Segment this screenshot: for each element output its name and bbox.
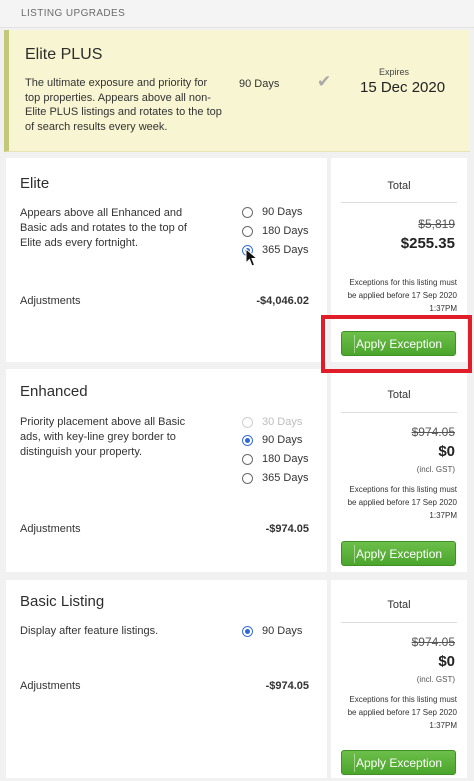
section-header: LISTING UPGRADES bbox=[0, 0, 474, 28]
basic-card: Basic Listing Display after feature list… bbox=[6, 580, 327, 778]
radio-button[interactable] bbox=[242, 206, 253, 218]
basic-adjustments-label: Adjustments bbox=[20, 680, 81, 692]
radio-button[interactable] bbox=[242, 225, 253, 237]
basic-adjustments-value: -$974.05 bbox=[265, 680, 309, 692]
basic-title: Basic Listing bbox=[20, 593, 105, 610]
elite-title: Elite bbox=[20, 175, 50, 192]
option-label: 90 Days bbox=[262, 206, 303, 218]
radio-button[interactable] bbox=[242, 472, 253, 484]
button-label: Apply Exception bbox=[356, 546, 443, 561]
elite-exception-note: Exceptions for this listing must be appl… bbox=[347, 278, 457, 313]
radio-button-selected[interactable] bbox=[242, 625, 253, 637]
mouse-cursor-icon bbox=[245, 248, 259, 267]
option-label: 30 Days bbox=[262, 416, 303, 428]
option-label: 180 Days bbox=[262, 225, 309, 237]
basic-total-panel: Total $974.05 $0 (incl. GST) Exceptions … bbox=[331, 580, 467, 778]
elite-total-label: Total bbox=[387, 180, 411, 192]
elite-adjustments-label: Adjustments bbox=[20, 295, 81, 307]
elite-new-price: $255.35 bbox=[400, 235, 455, 252]
enhanced-gst-note: (incl. GST) bbox=[416, 465, 455, 474]
elite-description: Appears above all Enhanced and Basic ads… bbox=[20, 207, 187, 249]
enhanced-adjustments-value: -$974.05 bbox=[265, 523, 309, 535]
enhanced-new-price: $0 bbox=[438, 443, 455, 460]
enhanced-apply-exception-button[interactable]: Apply Exception bbox=[341, 541, 456, 566]
enhanced-card: Enhanced Priority placement above all Ba… bbox=[6, 369, 327, 572]
option-label: 90 Days bbox=[262, 625, 303, 637]
expires-label: Expires bbox=[379, 67, 410, 77]
expires-date: 15 Dec 2020 bbox=[360, 79, 446, 96]
basic-gst-note: (incl. GST) bbox=[416, 675, 455, 684]
enhanced-option-180-days[interactable]: 180 Days bbox=[242, 451, 308, 467]
option-label: 365 Days bbox=[262, 472, 309, 484]
basic-apply-exception-button[interactable]: Apply Exception bbox=[341, 750, 456, 775]
basic-old-price: $974.05 bbox=[411, 635, 455, 649]
elite-plus-panel: Elite PLUS The ultimate exposure and pri… bbox=[4, 30, 470, 152]
option-label: 180 Days bbox=[262, 453, 309, 465]
option-label: 365 Days bbox=[262, 244, 309, 256]
elite-adjustments-value: -$4,046.02 bbox=[256, 295, 309, 307]
basic-new-price: $0 bbox=[438, 653, 455, 670]
enhanced-description: Priority placement above all Basic ads, … bbox=[20, 416, 186, 458]
elite-option-90-days[interactable]: 90 Days bbox=[242, 204, 302, 220]
elite-plus-title: Elite PLUS bbox=[25, 46, 103, 63]
basic-description: Display after feature listings. bbox=[20, 625, 159, 637]
enhanced-option-30-days: 30 Days bbox=[242, 414, 302, 430]
enhanced-adjustments-label: Adjustments bbox=[20, 523, 81, 535]
divider bbox=[341, 622, 457, 623]
basic-total-label: Total bbox=[387, 599, 411, 611]
enhanced-old-price: $974.05 bbox=[411, 425, 455, 439]
basic-exception-note: Exceptions for this listing must be appl… bbox=[347, 695, 457, 730]
highlight-box bbox=[321, 315, 472, 373]
button-label: Apply Exception bbox=[356, 755, 443, 770]
enhanced-exception-note: Exceptions for this listing must be appl… bbox=[347, 485, 457, 520]
enhanced-option-90-days[interactable]: 90 Days bbox=[242, 432, 302, 448]
elite-plus-description: The ultimate exposure and priority for t… bbox=[25, 77, 222, 133]
enhanced-option-365-days[interactable]: 365 Days bbox=[242, 470, 308, 486]
option-label: 90 Days bbox=[262, 434, 303, 446]
basic-option-90-days[interactable]: 90 Days bbox=[242, 623, 302, 639]
enhanced-title: Enhanced bbox=[20, 383, 88, 400]
elite-option-180-days[interactable]: 180 Days bbox=[242, 223, 308, 239]
radio-button-disabled bbox=[242, 416, 253, 428]
check-icon: ✔ bbox=[317, 72, 332, 91]
elite-card: Elite Appears above all Enhanced and Bas… bbox=[6, 158, 327, 362]
elite-plus-days: 90 Days bbox=[239, 78, 280, 90]
section-header-label: LISTING UPGRADES bbox=[21, 8, 126, 19]
divider bbox=[341, 202, 457, 203]
radio-button-selected[interactable] bbox=[242, 434, 253, 446]
elite-old-price: $5,819 bbox=[418, 217, 455, 231]
radio-button[interactable] bbox=[242, 453, 253, 465]
enhanced-total-label: Total bbox=[387, 389, 411, 401]
divider bbox=[341, 412, 457, 413]
button-divider bbox=[354, 754, 355, 772]
button-divider bbox=[354, 545, 355, 563]
